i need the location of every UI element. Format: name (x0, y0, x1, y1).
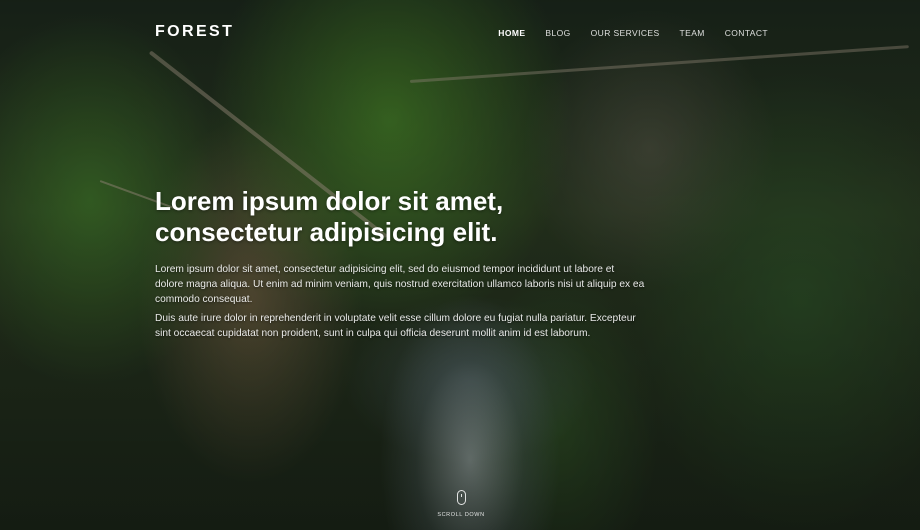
nav-item-blog[interactable]: BLOG (545, 28, 570, 38)
scroll-down-label: SCROLL DOWN (437, 512, 485, 518)
mouse-icon (456, 490, 466, 505)
hero-paragraph-2: Duis aute irure dolor in reprehenderit i… (155, 313, 636, 339)
site-header: FOREST HOME BLOG OUR SERVICES TEAM CONTA… (0, 0, 920, 64)
nav-item-team[interactable]: TEAM (680, 28, 705, 38)
hero-content: Lorem ipsum dolor sit amet, consectetur … (155, 186, 645, 345)
hero-section: FOREST HOME BLOG OUR SERVICES TEAM CONTA… (0, 0, 920, 530)
logo[interactable]: FOREST (155, 23, 234, 41)
hero-title: Lorem ipsum dolor sit amet, consectetur … (155, 186, 504, 247)
nav-item-contact[interactable]: CONTACT (725, 28, 768, 38)
main-nav: HOME BLOG OUR SERVICES TEAM CONTACT (498, 28, 768, 38)
scroll-down-button[interactable]: SCROLL DOWN (430, 490, 492, 518)
nav-item-home[interactable]: HOME (498, 28, 525, 38)
nav-item-our-services[interactable]: OUR SERVICES (591, 28, 660, 38)
hero-paragraph-1: Lorem ipsum dolor sit amet, consectetur … (155, 264, 645, 305)
